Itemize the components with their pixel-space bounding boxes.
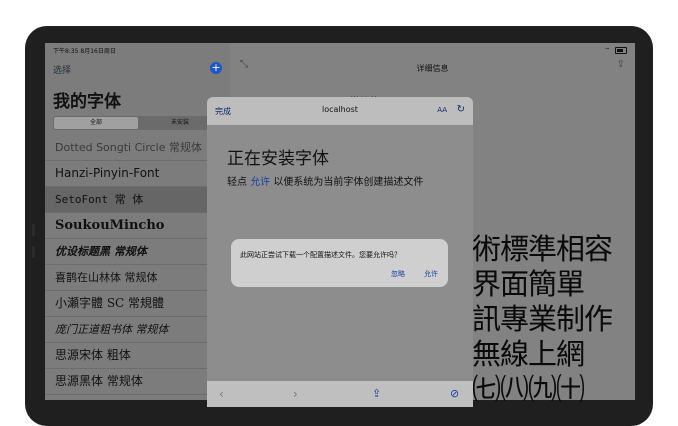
font-list-item[interactable]: 喜鹊在山林体 常规体 (45, 265, 230, 291)
reload-icon[interactable]: ↻ (457, 104, 465, 115)
battery-icon (615, 47, 627, 54)
sample-line: 術標準相容 (472, 232, 613, 266)
install-desc-after: 以便系统为当前字体创建描述文件 (270, 177, 424, 188)
alert-message: 此网站正尝试下载一个配置描述文件。您要允许吗？ (240, 251, 401, 259)
font-sample: 術標準相容 界面簡單 訊專業制作 無線上網 ㈦㈧㈨㈩ (472, 232, 642, 407)
segment-all[interactable]: 全部 (54, 117, 138, 129)
hardware-button (32, 224, 35, 236)
segmented-control: 全部 未安装 (53, 116, 223, 130)
url-label[interactable]: localhost (207, 105, 473, 114)
sidebar-title: 我的字体 (53, 92, 121, 112)
status-time: 下午8:35 8月16日周日 (53, 48, 116, 55)
sheet-navbar: 完成 localhost AA ↻ (207, 97, 473, 125)
install-desc-before: 轻点 (227, 177, 251, 188)
detail-title: 详细信息 (416, 64, 449, 73)
font-list-item-selected[interactable]: SetoFont 常 体 (45, 187, 230, 213)
font-list-item[interactable]: 优设标题黑 常规体 (45, 239, 230, 265)
font-list-item[interactable]: 小瀬字體 SC 常規體 (45, 291, 230, 317)
status-indicators: ⌔ (604, 46, 627, 54)
ignore-button[interactable]: 忽略 (391, 269, 405, 279)
allow-link[interactable]: 允许 (250, 177, 270, 188)
font-sidebar: 下午8:35 8月16日周日 选择 + 我的字体 全部 未安装 Dotted S… (45, 43, 230, 400)
share-icon[interactable]: ⇪ (617, 59, 625, 70)
compass-icon[interactable]: ⊘ (450, 387, 459, 400)
wifi-icon: ⌔ (604, 47, 611, 54)
font-list: Dotted Songti Circle 常规体 Hanzi-Pinyin-Fo… (45, 135, 230, 395)
add-font-button[interactable]: + (210, 62, 222, 74)
font-list-item[interactable]: 庞门正道粗书体 常规体 (45, 317, 230, 343)
hardware-button (32, 246, 35, 258)
share-icon[interactable]: ⇪ (372, 387, 381, 400)
safari-toolbar: ‹ › ⇪ ⊘ (207, 381, 473, 407)
install-description: 轻点 允许 以便系统为当前字体创建描述文件 (227, 173, 423, 188)
install-heading: 正在安装字体 (227, 149, 329, 169)
forward-icon[interactable]: › (293, 387, 298, 401)
select-button[interactable]: 选择 (53, 63, 71, 76)
font-list-item[interactable]: Dotted Songti Circle 常规体 (45, 135, 230, 161)
sample-line: ㈦㈧㈨㈩ (472, 372, 585, 406)
sample-line: 界面簡單 (472, 267, 585, 301)
sample-line: 無線上網 (472, 337, 585, 371)
font-list-item[interactable]: SoukouMincho (45, 213, 230, 239)
allow-button[interactable]: 允许 (424, 269, 438, 279)
download-profile-alert: 此网站正尝试下载一个配置描述文件。您要允许吗？ 忽略 允许 (231, 239, 448, 287)
sample-line: 訊專業制作 (472, 302, 613, 336)
font-list-item[interactable]: 思源宋体 粗体 (45, 343, 230, 369)
font-list-item[interactable]: 思源黑体 常规体 (45, 369, 230, 395)
back-icon[interactable]: ‹ (219, 387, 224, 401)
font-list-item[interactable]: Hanzi-Pinyin-Font (45, 161, 230, 187)
reader-aa-button[interactable]: AA (437, 106, 447, 114)
